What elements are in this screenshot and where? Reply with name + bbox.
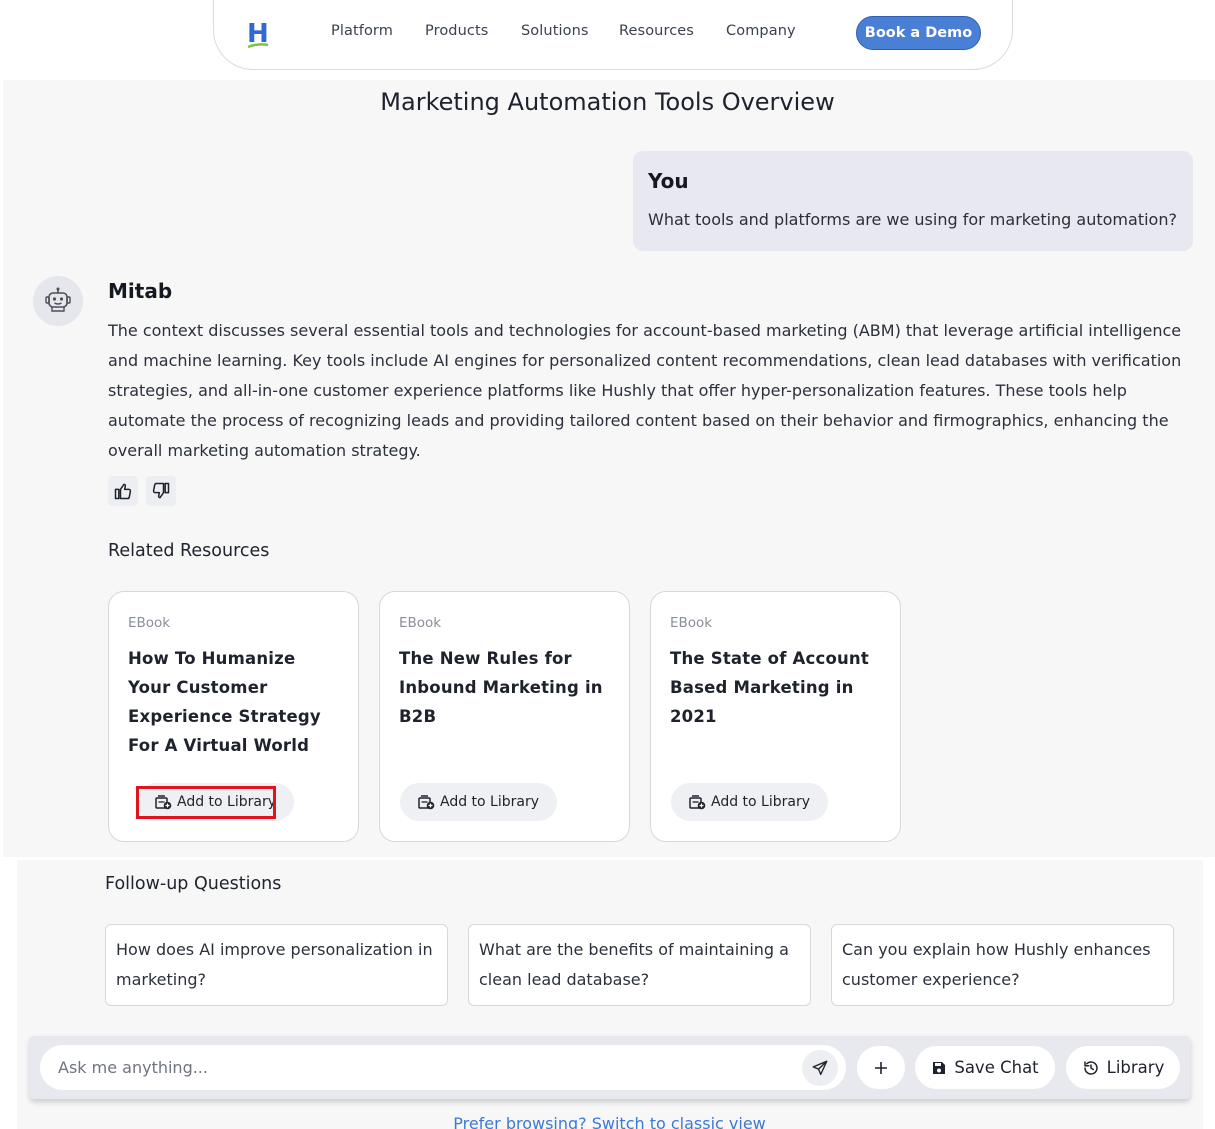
new-chat-button[interactable]	[857, 1046, 905, 1089]
nav-link-resources[interactable]: Resources	[619, 23, 694, 39]
history-icon	[1083, 1060, 1098, 1075]
chat-input-wrapper	[40, 1045, 846, 1090]
resource-card[interactable]: EBook The State of Account Based Marketi…	[650, 591, 901, 842]
library-button[interactable]: Library	[1066, 1046, 1180, 1089]
thumbs-down-icon	[152, 482, 170, 499]
user-message: You What tools and platforms are we usin…	[633, 151, 1193, 251]
followup-question[interactable]: What are the benefits of maintaining a c…	[468, 924, 811, 1006]
send-button[interactable]	[802, 1050, 838, 1086]
resource-type: EBook	[670, 615, 713, 631]
composer-bar: Save Chat Library	[30, 1036, 1190, 1099]
nav-link-solutions[interactable]: Solutions	[521, 23, 589, 39]
library-add-icon	[418, 794, 435, 809]
plus-icon	[875, 1061, 887, 1074]
book-demo-button[interactable]: Book a Demo	[856, 16, 981, 50]
save-chat-button[interactable]: Save Chat	[915, 1046, 1055, 1089]
user-message-text: What tools and platforms are we using fo…	[648, 210, 1177, 229]
resource-title[interactable]: The New Rules for Inbound Marketing in B…	[399, 644, 614, 731]
save-chat-label: Save Chat	[954, 1058, 1039, 1077]
bot-author: Mitab	[108, 279, 173, 303]
followup-heading: Follow-up Questions	[105, 874, 282, 894]
resource-type: EBook	[128, 615, 171, 631]
library-label: Library	[1106, 1058, 1165, 1077]
resource-type: EBook	[399, 615, 442, 631]
add-to-library-label: Add to Library	[440, 794, 540, 810]
add-to-library-button[interactable]: Add to Library	[671, 783, 829, 821]
robot-icon	[45, 287, 71, 312]
followup-question[interactable]: How does AI improve personalization in m…	[105, 924, 448, 1006]
bot-message-text: The context discusses several essential …	[108, 321, 1182, 460]
thumbs-up-button[interactable]	[108, 476, 138, 506]
chat-input[interactable]	[58, 1045, 788, 1090]
user-author: You	[648, 169, 689, 193]
send-icon	[812, 1060, 828, 1076]
nav-link-platform[interactable]: Platform	[331, 23, 393, 39]
save-icon	[933, 1061, 946, 1074]
nav-link-company[interactable]: Company	[726, 23, 796, 39]
page-title: Marketing Automation Tools Overview	[380, 88, 835, 116]
logo-icon: H	[247, 19, 269, 49]
add-to-library-button[interactable]: Add to Library	[400, 783, 558, 821]
library-add-icon	[155, 794, 172, 809]
library-add-icon	[689, 794, 706, 809]
resource-card[interactable]: EBook How To Humanize Your Customer Expe…	[108, 591, 359, 842]
followup-question[interactable]: Can you explain how Hushly enhances cust…	[831, 924, 1174, 1006]
resource-title[interactable]: How To Humanize Your Customer Experience…	[128, 644, 343, 760]
hushly-logo[interactable]: H	[244, 18, 272, 52]
add-to-library-label: Add to Library	[711, 794, 811, 810]
thumbs-up-icon	[114, 483, 132, 500]
add-to-library-label: Add to Library	[177, 794, 277, 810]
top-nav: H Platform Products Solutions Resources …	[213, 0, 1013, 70]
resource-card[interactable]: EBook The New Rules for Inbound Marketin…	[379, 591, 630, 842]
related-resources-heading: Related Resources	[108, 541, 270, 561]
bot-avatar	[33, 276, 83, 326]
resource-title[interactable]: The State of Account Based Marketing in …	[670, 644, 885, 731]
classic-view-link[interactable]: Prefer browsing? Switch to classic view	[0, 1114, 1215, 1129]
thumbs-down-button[interactable]	[146, 476, 176, 506]
nav-link-products[interactable]: Products	[425, 23, 488, 39]
add-to-library-button[interactable]: Add to Library	[137, 783, 295, 821]
